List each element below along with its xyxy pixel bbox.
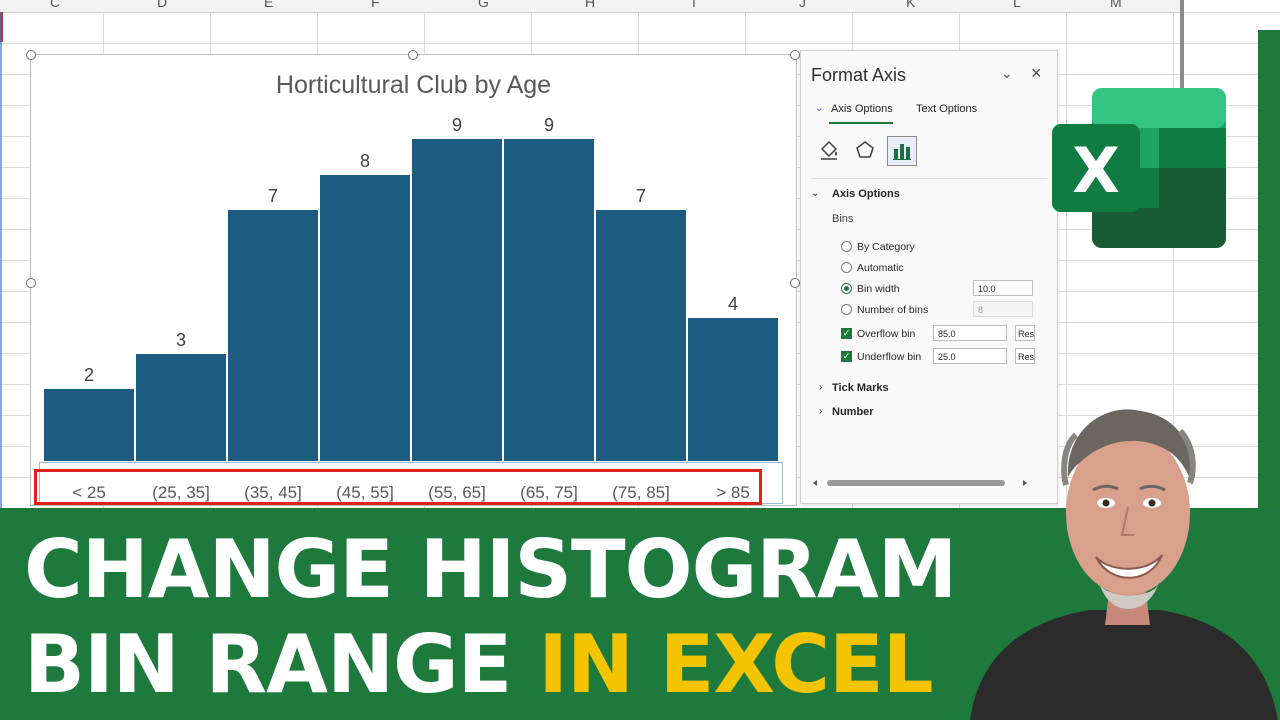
column-header[interactable]: K bbox=[906, 0, 915, 10]
bin-width-label[interactable]: Bin width bbox=[857, 283, 900, 295]
by-category-radio[interactable] bbox=[841, 241, 852, 252]
pane-options-chevron-icon[interactable]: ⌄ bbox=[1001, 65, 1013, 82]
presenter-photo bbox=[960, 385, 1280, 720]
resize-handle[interactable] bbox=[790, 278, 800, 288]
number-of-bins-radio[interactable] bbox=[841, 304, 852, 315]
sheet-left-edge bbox=[0, 12, 2, 512]
axis-tick-label: (75, 85] bbox=[612, 483, 670, 502]
column-header[interactable]: E bbox=[264, 0, 273, 10]
chevron-right-icon[interactable]: › bbox=[819, 382, 822, 393]
headline-line2-yellow: IN EXCEL bbox=[538, 618, 933, 711]
close-icon[interactable]: × bbox=[1031, 63, 1042, 84]
chevron-down-icon: ⌄ bbox=[815, 103, 824, 114]
automatic-label[interactable]: Automatic bbox=[857, 262, 904, 274]
tab-text-options[interactable]: Text Options bbox=[916, 103, 977, 115]
pane-separator bbox=[811, 178, 1047, 179]
bar-data-label[interactable]: 3 bbox=[151, 330, 211, 351]
overflow-bin-input[interactable]: 85.0 bbox=[933, 325, 1007, 341]
headline-line2: BIN RANGE IN EXCEL bbox=[24, 625, 934, 705]
active-tab-indicator bbox=[829, 122, 893, 124]
axis-tick-label: (45, 55] bbox=[336, 483, 394, 502]
by-category-label[interactable]: By Category bbox=[857, 241, 915, 253]
paint-bucket-icon[interactable] bbox=[815, 136, 843, 164]
axis-tick-label: > 85 bbox=[716, 483, 750, 502]
bar-data-label[interactable]: 7 bbox=[611, 186, 671, 207]
excel-logo-letter: X bbox=[1072, 134, 1120, 207]
chart-title[interactable]: Horticultural Club by Age bbox=[31, 71, 796, 100]
pentagon-icon[interactable] bbox=[851, 136, 879, 164]
underflow-reset-button[interactable]: Res bbox=[1015, 348, 1035, 364]
bar-data-label[interactable]: 2 bbox=[59, 365, 119, 386]
column-header[interactable]: G bbox=[478, 0, 489, 10]
number-of-bins-input[interactable]: 8 bbox=[973, 301, 1033, 317]
resize-handle[interactable] bbox=[790, 50, 800, 60]
histogram-bar[interactable] bbox=[135, 353, 226, 461]
overflow-reset-button[interactable]: Res bbox=[1015, 325, 1035, 341]
histogram-bar[interactable] bbox=[503, 138, 594, 461]
tab-axis-options[interactable]: Axis Options bbox=[831, 103, 893, 115]
bin-width-radio[interactable] bbox=[841, 283, 852, 294]
column-headers: C D E F G H I J K L M bbox=[0, 0, 1180, 13]
histogram-bar[interactable] bbox=[411, 138, 502, 461]
column-header[interactable]: L bbox=[1013, 0, 1021, 10]
underflow-bin-input[interactable]: 25.0 bbox=[933, 348, 1007, 364]
bar-chart-icon[interactable] bbox=[887, 136, 917, 166]
histogram-bar[interactable] bbox=[319, 174, 410, 461]
axis-tick-label: (55, 65] bbox=[428, 483, 486, 502]
resize-handle[interactable] bbox=[26, 278, 36, 288]
pane-title: Format Axis bbox=[811, 65, 907, 85]
column-header[interactable]: I bbox=[692, 0, 696, 10]
number-of-bins-label[interactable]: Number of bins bbox=[857, 304, 928, 316]
column-header[interactable]: M bbox=[1110, 0, 1122, 10]
underflow-bin-label[interactable]: Underflow bin bbox=[857, 351, 921, 363]
column-header[interactable]: F bbox=[371, 0, 380, 10]
bar-data-label[interactable]: 9 bbox=[427, 115, 487, 136]
column-header[interactable]: C bbox=[50, 0, 60, 10]
column-header[interactable]: D bbox=[157, 0, 167, 10]
bar-data-label[interactable]: 4 bbox=[703, 294, 763, 315]
axis-tick-label: (65, 75] bbox=[520, 483, 578, 502]
histogram-bar[interactable] bbox=[227, 210, 318, 461]
section-axis-options[interactable]: Axis Options bbox=[832, 188, 900, 200]
column-header[interactable]: J bbox=[799, 0, 806, 10]
histogram-bar[interactable] bbox=[595, 210, 686, 461]
histogram-bar[interactable] bbox=[43, 389, 134, 461]
chevron-down-icon[interactable]: ⌄ bbox=[811, 188, 819, 199]
axis-tick-label: < 25 bbox=[72, 483, 106, 502]
overflow-bin-checkbox[interactable]: ✓ bbox=[841, 328, 852, 339]
headline-line2-white: BIN RANGE bbox=[24, 618, 512, 711]
bar-data-label[interactable]: 8 bbox=[335, 151, 395, 172]
underflow-bin-checkbox[interactable]: ✓ bbox=[841, 351, 852, 362]
automatic-radio[interactable] bbox=[841, 262, 852, 273]
column-header[interactable]: H bbox=[585, 0, 595, 10]
overflow-bin-label[interactable]: Overflow bin bbox=[857, 328, 915, 340]
section-number[interactable]: Number bbox=[832, 406, 874, 418]
histogram-bar[interactable] bbox=[687, 317, 778, 461]
histogram-chart[interactable]: Horticultural Club by Age 2 < 25 3 (25, 35]… bbox=[26, 50, 800, 506]
section-tick-marks[interactable]: Tick Marks bbox=[832, 382, 889, 394]
resize-handle[interactable] bbox=[26, 50, 36, 60]
resize-handle[interactable] bbox=[408, 50, 418, 60]
axis-tick-label: (25, 35] bbox=[152, 483, 210, 502]
bin-width-input[interactable]: 10.0 bbox=[973, 280, 1033, 296]
bins-label: Bins bbox=[832, 213, 854, 225]
chevron-right-icon[interactable]: › bbox=[819, 406, 822, 417]
bar-data-label[interactable]: 9 bbox=[519, 115, 579, 136]
headline-line1: CHANGE HISTOGRAM bbox=[24, 523, 957, 616]
bar-data-label[interactable]: 7 bbox=[243, 186, 303, 207]
axis-tick-label: (35, 45] bbox=[244, 483, 302, 502]
excel-logo: X bbox=[1052, 88, 1228, 248]
vertical-scrollbar[interactable] bbox=[1180, 0, 1184, 95]
